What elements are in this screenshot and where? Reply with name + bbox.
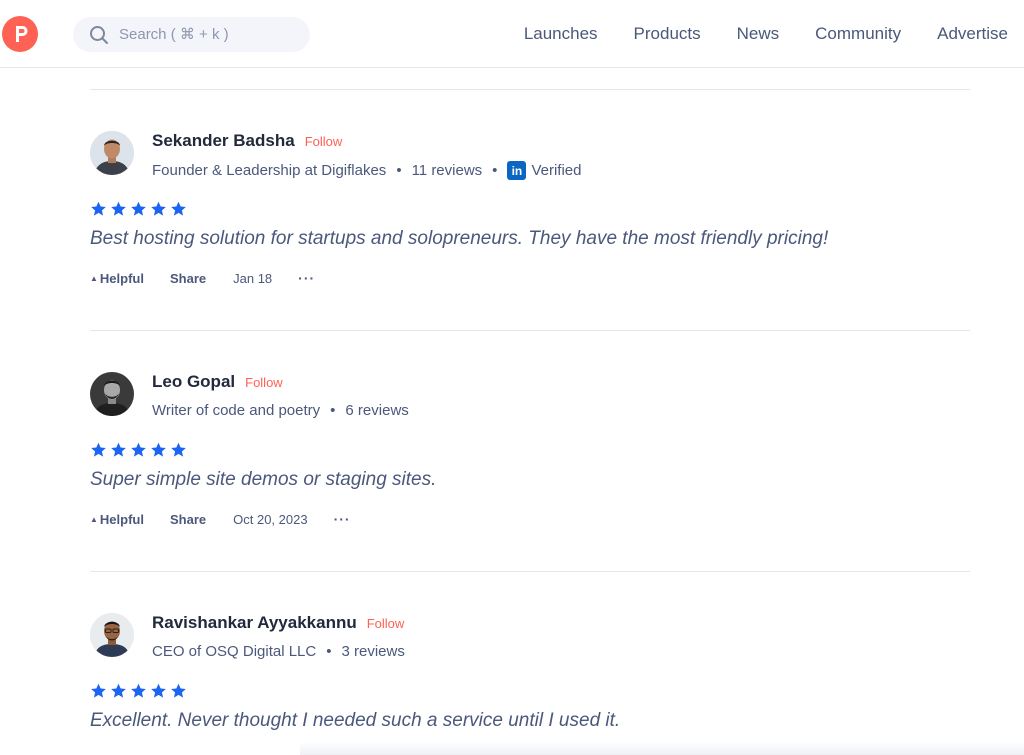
star-icon — [111, 683, 126, 698]
linkedin-icon: in — [507, 161, 527, 180]
reviewer-name[interactable]: Sekander Badsha Follow — [152, 131, 342, 151]
review-text: Excellent. Never thought I needed such a… — [90, 710, 621, 731]
avatar-image — [90, 613, 134, 657]
helpful-button[interactable]: ▲ Helpful — [90, 271, 144, 286]
share-button[interactable]: Share — [170, 512, 206, 527]
avatar-image — [90, 131, 134, 175]
review-count-link[interactable]: 6 reviews — [345, 402, 408, 419]
verified-label: Verified — [531, 162, 582, 179]
avatar[interactable] — [90, 131, 134, 175]
follow-button[interactable]: Follow — [245, 375, 283, 390]
nav-advertise[interactable]: Advertise — [937, 24, 1008, 44]
review-divider — [90, 89, 970, 90]
separator-dot: • — [326, 643, 332, 660]
reviewer-name[interactable]: Ravishankar Ayyakkannu Follow — [152, 613, 404, 633]
avatar[interactable] — [90, 372, 134, 416]
star-icon — [91, 201, 106, 216]
follow-button[interactable]: Follow — [305, 134, 343, 149]
separator-dot: • — [396, 162, 402, 179]
review-count-link[interactable]: 3 reviews — [342, 643, 405, 660]
review-text: Best hosting solution for startups and s… — [90, 228, 829, 249]
reviewer-meta: CEO of OSQ Digital LLC • 3 reviews — [152, 643, 405, 660]
more-options-icon[interactable]: ··· — [298, 270, 315, 286]
review-actions: ▲ Helpful Share Jan 18 ··· — [90, 270, 315, 286]
reviewer-name-text[interactable]: Ravishankar Ayyakkannu — [152, 613, 357, 632]
star-icon — [171, 201, 186, 216]
star-icon — [131, 442, 146, 457]
nav-news[interactable]: News — [737, 24, 780, 44]
star-icon — [131, 683, 146, 698]
star-icon — [91, 442, 106, 457]
star-icon — [171, 442, 186, 457]
reviewer-title: Founder & Leadership at Digiflakes — [152, 162, 387, 179]
star-icon — [171, 683, 186, 698]
reviewer-name[interactable]: Leo Gopal Follow — [152, 372, 283, 392]
follow-button[interactable]: Follow — [367, 616, 405, 631]
main-nav: Launches Products News Community Adverti… — [524, 24, 1008, 44]
star-rating — [90, 201, 187, 217]
reviewer-name-text[interactable]: Leo Gopal — [152, 372, 235, 391]
helpful-label: Helpful — [99, 511, 144, 527]
reviewer-name-text[interactable]: Sekander Badsha — [152, 131, 295, 150]
review-text: Super simple site demos or staging sites… — [90, 469, 437, 490]
helpful-button[interactable]: ▲ Helpful — [90, 512, 144, 527]
helpful-label: Helpful — [99, 270, 144, 286]
star-icon — [91, 683, 106, 698]
more-options-icon[interactable]: ··· — [334, 511, 351, 527]
nav-products[interactable]: Products — [634, 24, 701, 44]
search-input[interactable] — [117, 25, 301, 44]
logo-p-icon — [16, 26, 28, 42]
review-date: Jan 18 — [233, 270, 273, 286]
star-icon — [151, 442, 166, 457]
separator-dot: • — [330, 402, 336, 419]
review-date: Oct 20, 2023 — [233, 511, 308, 527]
review-divider — [90, 571, 970, 572]
star-rating — [90, 683, 187, 699]
avatar-image — [90, 372, 134, 416]
reviewer-meta: Founder & Leadership at Digiflakes • 11 … — [152, 161, 581, 180]
avatar[interactable] — [90, 613, 134, 657]
reviewer-title: Writer of code and poetry — [152, 402, 321, 419]
star-icon — [111, 201, 126, 216]
star-icon — [111, 442, 126, 457]
nav-community[interactable]: Community — [815, 24, 901, 44]
top-header: Launches Products News Community Adverti… — [0, 0, 1024, 68]
upvote-icon: ▲ — [90, 514, 98, 524]
reviewer-title: CEO of OSQ Digital LLC — [152, 643, 317, 660]
nav-launches[interactable]: Launches — [524, 24, 598, 44]
star-icon — [151, 683, 166, 698]
star-icon — [151, 201, 166, 216]
product-hunt-logo[interactable] — [2, 16, 38, 52]
review-actions: ▲ Helpful Share Oct 20, 2023 ··· — [90, 511, 351, 527]
upvote-icon: ▲ — [90, 273, 98, 283]
share-button[interactable]: Share — [170, 271, 206, 286]
review-count-link[interactable]: 11 reviews — [412, 162, 483, 179]
star-rating — [90, 442, 187, 458]
separator-dot: • — [492, 162, 498, 179]
search-bar[interactable] — [73, 17, 310, 52]
review-divider — [90, 330, 970, 331]
search-icon — [90, 25, 108, 44]
bottom-fade — [300, 742, 1024, 755]
reviewer-meta: Writer of code and poetry • 6 reviews — [152, 402, 409, 419]
star-icon — [131, 201, 146, 216]
